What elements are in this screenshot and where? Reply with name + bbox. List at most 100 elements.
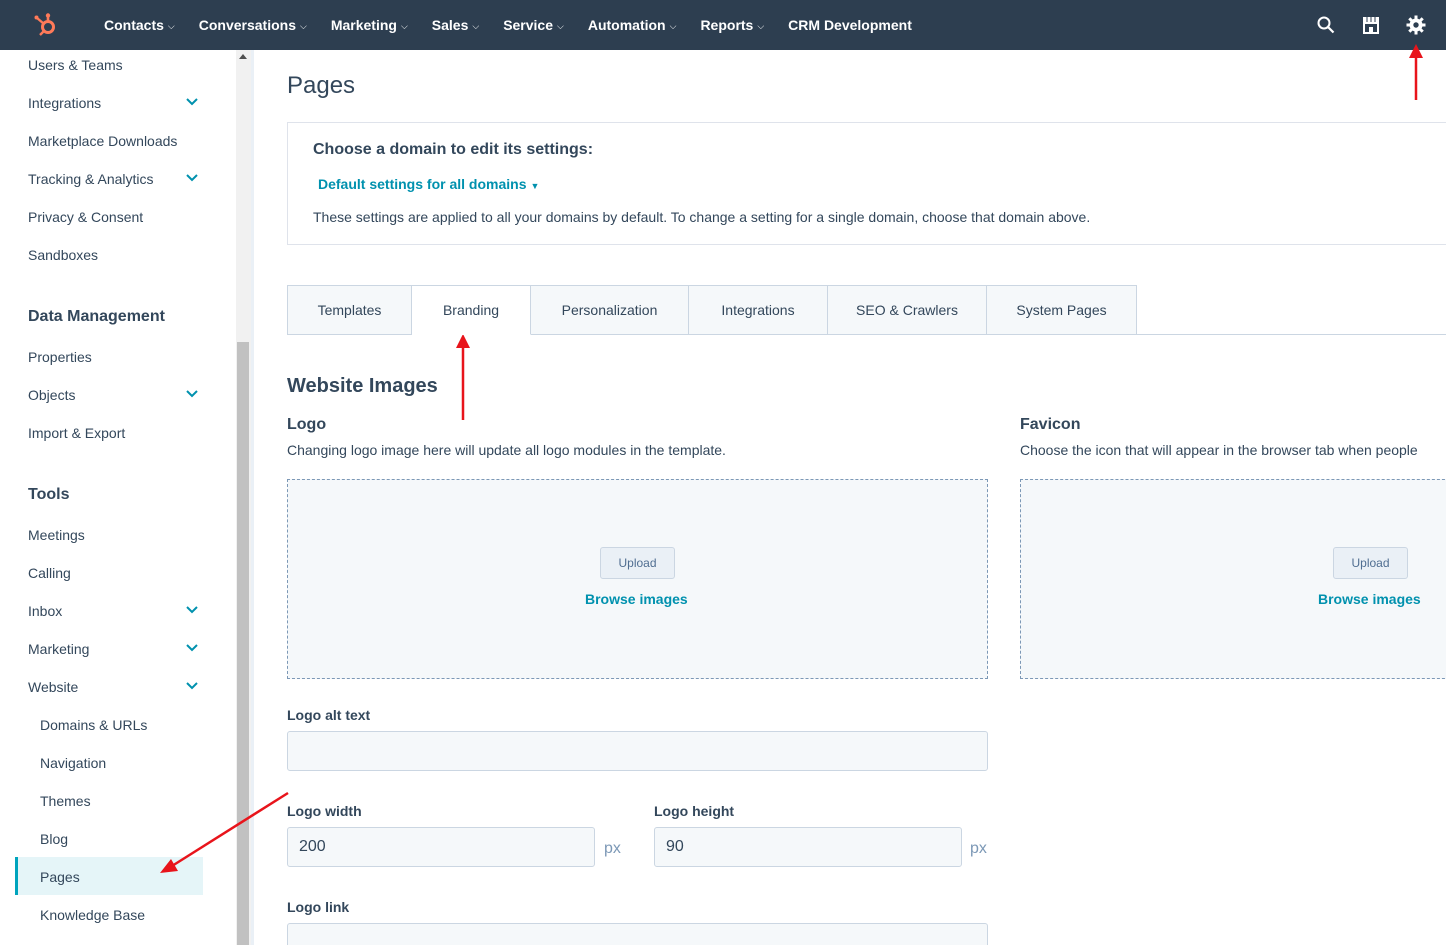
sidebar-item-label: Pages [40,869,80,885]
domain-dropdown[interactable]: Default settings for all domains ▼ [318,176,539,192]
scrollbar-thumb[interactable] [237,342,249,945]
logo-heading: Logo [287,416,327,433]
logo-description: Changing logo image here will update all… [287,442,726,458]
favicon-description: Choose the icon that will appear in the … [1020,442,1418,458]
nav-right-icons [1303,0,1446,50]
favicon-browse-images-link[interactable]: Browse images [1318,591,1421,607]
sidebar-item-privacy-consent[interactable]: Privacy & Consent [28,207,198,227]
caret-down-icon: ▼ [530,181,540,191]
tab-branding[interactable]: Branding [412,285,531,335]
nav-label: Marketing [330,17,397,33]
sidebar-item-label: Calling [28,565,71,581]
sidebar-item-blog[interactable]: Blog [40,829,198,849]
domain-dropdown-value: Default settings for all domains [318,176,527,192]
sidebar-item-import-export[interactable]: Import & Export [28,423,198,443]
sidebar-item-label: Privacy & Consent [28,209,144,225]
hubspot-logo-icon[interactable] [0,0,92,50]
tab-templates[interactable]: Templates [287,285,412,335]
logo-width-input[interactable]: 200 [287,827,595,867]
sidebar-item-tracking-analytics[interactable]: Tracking & Analytics [28,169,198,189]
sidebar-item-domains-urls[interactable]: Domains & URLs [40,715,198,735]
sidebar-item-label: Blog [40,831,69,847]
sidebar-item-calling[interactable]: Calling [28,563,198,583]
nav-label: Sales [431,17,469,33]
sidebar-item-navigation[interactable]: Navigation [40,753,198,773]
settings-sidebar: Users & Teams Integrations Marketplace D… [0,50,236,945]
chevron-down-icon[interactable] [186,639,198,659]
chevron-down-icon[interactable] [186,93,198,113]
nav-reports[interactable]: Reports ⌵ [688,0,776,50]
favicon-upload-button[interactable]: Upload [1333,547,1408,579]
nav-label: CRM Development [788,17,912,33]
tab-seo-crawlers[interactable]: SEO & Crawlers [828,285,987,335]
nav-conversations[interactable]: Conversations ⌵ [187,0,319,50]
sidebar-item-objects[interactable]: Objects [28,385,198,405]
sidebar-item-label: Sandboxes [28,247,99,263]
nav-label: Service [503,17,554,33]
sidebar-item-users-teams[interactable]: Users & Teams [28,55,198,75]
nav-contacts[interactable]: Contacts ⌵ [92,0,187,50]
nav-automation[interactable]: Automation ⌵ [576,0,689,50]
nav-label: Automation [587,17,666,33]
logo-dropzone[interactable]: Upload Browse images [287,479,988,679]
chevron-down-icon[interactable] [186,677,198,697]
search-icon[interactable] [1303,0,1348,50]
scroll-up-arrow-icon[interactable] [239,54,247,59]
nav-label: Reports [700,17,754,33]
nav-crm-development[interactable]: CRM Development [776,0,924,50]
logo-width-label: Logo width [287,803,362,819]
nav-label: Conversations [198,17,296,33]
tab-label: SEO & Crawlers [856,302,958,318]
favicon-dropzone[interactable]: Upload Browse images [1020,479,1446,679]
sidebar-item-themes[interactable]: Themes [40,791,198,811]
page-title: Pages [287,72,356,99]
sidebar-item-label: Knowledge Base [40,907,146,923]
tab-label: Integrations [721,302,795,318]
sidebar-item-inbox[interactable]: Inbox [28,601,198,621]
chevron-down-icon: ⌵ [167,20,175,31]
sidebar-scrollbar[interactable] [236,50,251,945]
sidebar-item-properties[interactable]: Properties [28,347,198,367]
tab-label: System Pages [1016,302,1107,318]
logo-height-input[interactable]: 90 [654,827,962,867]
logo-browse-images-link[interactable]: Browse images [585,591,688,607]
domain-note: These settings are applied to all your d… [313,209,1091,225]
sidebar-item-integrations[interactable]: Integrations [28,93,198,113]
chevron-down-icon[interactable] [186,601,198,621]
sidebar-item-marketing[interactable]: Marketing [28,639,198,659]
favicon-heading: Favicon [1020,416,1081,433]
marketplace-icon[interactable] [1348,0,1393,50]
tab-integrations[interactable]: Integrations [689,285,828,335]
sidebar-item-sandboxes[interactable]: Sandboxes [28,245,198,265]
sidebar-item-knowledge-base[interactable]: Knowledge Base [40,905,198,925]
main-menu: Contacts ⌵ Conversations ⌵ Marketing ⌵ Sale… [92,0,924,50]
chevron-down-icon: ⌵ [400,20,408,31]
chevron-down-icon[interactable] [186,169,198,189]
tab-system-pages[interactable]: System Pages [987,285,1137,335]
sidebar-heading-tools: Tools [28,486,70,503]
logo-upload-button[interactable]: Upload [600,547,675,579]
sidebar-item-marketplace-downloads[interactable]: Marketplace Downloads [28,131,198,151]
nav-marketing[interactable]: Marketing ⌵ [319,0,420,50]
logo-link-label: Logo link [287,899,350,915]
sidebar-item-website[interactable]: Website [28,677,198,697]
chevron-down-icon[interactable] [186,385,198,405]
sidebar-item-pages[interactable]: Pages [40,867,198,887]
nav-label: Contacts [104,17,164,33]
chevron-down-icon: ⌵ [557,20,564,31]
nav-sales[interactable]: Sales ⌵ [420,0,491,50]
main-content: Pages Choose a domain to edit its settin… [254,50,1446,945]
sidebar-item-label: Import & Export [28,425,126,441]
nav-service[interactable]: Service ⌵ [491,0,576,50]
domain-selector-card: Choose a domain to edit its settings: De… [287,122,1446,245]
logo-alt-text-input[interactable] [287,731,988,771]
logo-link-input[interactable] [287,923,988,945]
sidebar-item-meetings[interactable]: Meetings [28,525,198,545]
logo-height-unit: px [970,840,987,857]
settings-tabs: Templates Branding Personalization Integ… [287,285,1137,335]
settings-gear-icon[interactable] [1393,0,1438,50]
sidebar-item-label: Domains & URLs [40,717,148,733]
logo-height-label: Logo height [654,803,735,819]
sidebar-item-label: Inbox [28,603,63,619]
tab-personalization[interactable]: Personalization [531,285,689,335]
